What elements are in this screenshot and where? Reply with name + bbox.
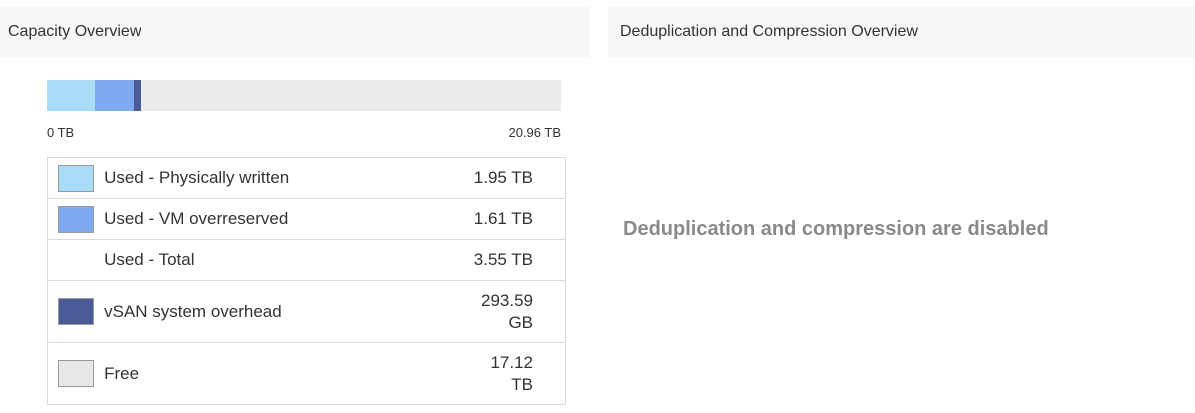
legend-row: Used - Physically written 1.95 TB xyxy=(47,157,567,199)
legend-row: Free 17.12 TB xyxy=(47,342,567,405)
axis-max-label: 20.96 TB xyxy=(508,125,561,140)
dedup-disabled-message: Deduplication and compression are disabl… xyxy=(623,218,1049,240)
axis-min-label: 0 TB xyxy=(47,125,75,140)
dedup-overview-title: Deduplication and Compression Overview xyxy=(620,23,918,40)
legend-label: Free xyxy=(104,342,362,405)
legend-label: Used - VM overreserved xyxy=(104,198,362,240)
legend-value: 1.95 TB xyxy=(473,168,533,188)
legend-value: 293.59 GB xyxy=(481,291,533,332)
legend-row: Used - VM overreserved 1.61 TB xyxy=(47,198,567,240)
physically-written-swatch xyxy=(58,164,95,192)
legend-value: 3.55 TB xyxy=(473,250,533,270)
free-swatch xyxy=(58,360,95,387)
capacity-bar xyxy=(47,80,561,111)
capacity-legend-table: Used - Physically written 1.95 TB Used -… xyxy=(47,157,567,405)
bar-segment-vm-overreserved xyxy=(95,80,134,111)
legend-value: 17.12 TB xyxy=(490,353,533,394)
legend-label: Used - Total xyxy=(104,239,362,281)
capacity-overview-header: Capacity Overview xyxy=(0,7,590,57)
legend-row: Used - Total 3.55 TB xyxy=(47,239,567,281)
capacity-overview-title: Capacity Overview xyxy=(8,23,142,40)
bar-segment-physically-written xyxy=(47,80,95,111)
bar-segment-system-overhead xyxy=(134,80,141,111)
legend-value: 1.61 TB xyxy=(473,209,533,229)
legend-label: vSAN system overhead xyxy=(104,280,362,343)
system-overhead-swatch xyxy=(58,298,95,325)
dedup-overview-header: Deduplication and Compression Overview xyxy=(608,7,1195,57)
legend-row: vSAN system overhead 293.59 GB xyxy=(47,280,567,343)
vm-overreserved-swatch xyxy=(58,205,95,233)
legend-label: Used - Physically written xyxy=(104,157,362,199)
